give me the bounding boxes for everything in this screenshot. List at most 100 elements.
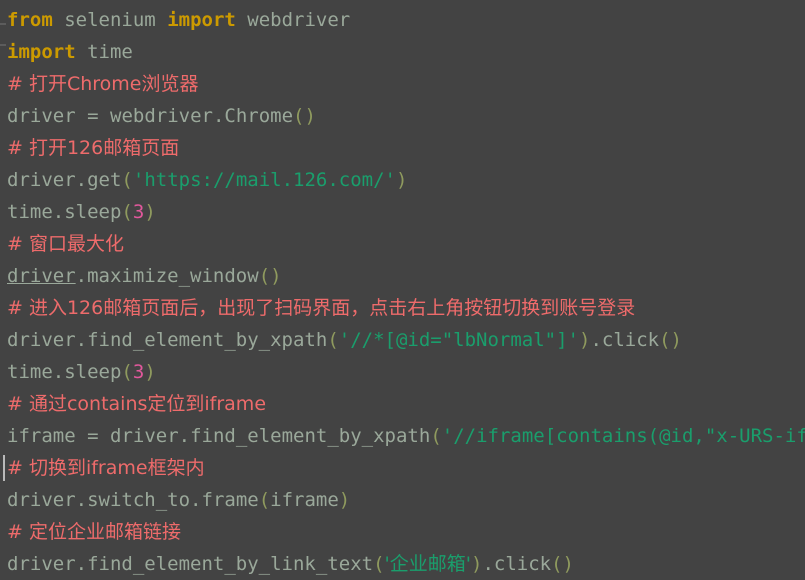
code-token: (: [430, 425, 442, 447]
code-token: # 打开Chrome浏览器: [7, 73, 199, 95]
code-token: sleep: [64, 361, 122, 383]
code-token: 'https://mail.126.com/': [132, 169, 396, 191]
code-line[interactable]: # 窗口最大化: [0, 228, 805, 260]
code-token: find_element_by_xpath: [87, 329, 328, 351]
code-token: Chrome: [224, 105, 294, 127]
code-token: .: [590, 329, 602, 351]
code-token: ): [470, 553, 483, 575]
code-token: driver: [7, 169, 76, 191]
code-token: (: [121, 361, 133, 383]
code-token: .: [75, 553, 88, 575]
code-token: (: [258, 489, 271, 511]
code-token: from: [7, 9, 53, 31]
code-token: .: [75, 169, 88, 191]
code-line[interactable]: driver.find_element_by_xpath('//*[@id="l…: [0, 324, 805, 356]
code-token: iframe: [270, 489, 339, 511]
code-token: # 打开126邮箱页面: [7, 137, 180, 159]
code-token: time: [87, 41, 133, 63]
code-token: ): [338, 489, 351, 511]
code-lines-container[interactable]: from selenium import webdriver import tim…: [0, 4, 805, 580]
code-line[interactable]: driver = webdriver.Chrome(): [0, 100, 805, 132]
code-token: driver: [7, 265, 76, 287]
code-token: 3: [132, 361, 145, 383]
code-token: frame: [201, 489, 259, 511]
code-token: driver: [7, 553, 76, 575]
code-token: click: [601, 329, 660, 351]
code-token: driver: [7, 105, 76, 127]
code-token: '//*[@id="lbNormal"]': [338, 329, 579, 351]
code-token: '//iframe[contains(@id,"x-URS-iframe")]': [441, 425, 805, 447]
code-token: webdriver: [247, 9, 351, 31]
code-token: # 通过contains定位到iframe: [7, 393, 267, 415]
code-token: selenium: [64, 9, 156, 31]
code-token: (): [258, 265, 282, 287]
code-token: '企业邮箱': [384, 553, 471, 575]
code-line[interactable]: driver.switch_to.frame(iframe): [0, 484, 805, 516]
code-token: driver: [7, 489, 76, 511]
code-line[interactable]: # 通过contains定位到iframe: [0, 388, 805, 420]
code-token: find_element_by_link_text: [87, 553, 374, 575]
code-token: .: [52, 361, 65, 383]
code-token: (): [659, 329, 682, 351]
code-token: .: [75, 329, 88, 351]
code-token: ): [144, 361, 156, 383]
code-token: .: [190, 489, 202, 511]
code-token: get: [87, 169, 122, 191]
code-token: # 定位企业邮箱链接: [7, 521, 181, 543]
code-token: =: [87, 105, 99, 127]
code-token: ): [578, 329, 591, 351]
code-token: (): [293, 105, 316, 127]
code-token: # 切换到iframe框架内: [7, 457, 205, 479]
code-token: driver: [110, 425, 179, 447]
code-line[interactable]: # 进入126邮箱页面后，出现了扫码界面，点击右上角按钮切换到账号登录: [0, 292, 805, 324]
code-editor-pane[interactable]: from selenium import webdriver import tim…: [0, 0, 805, 575]
code-token: import: [167, 9, 236, 31]
code-token: (): [551, 553, 574, 575]
code-token: # 进入126邮箱页面后，出现了扫码界面，点击右上角按钮切换到账号登录: [7, 297, 636, 319]
code-line[interactable]: # 打开Chrome浏览器: [0, 68, 805, 100]
code-line[interactable]: # 定位企业邮箱链接: [0, 516, 805, 548]
code-line[interactable]: import time: [0, 36, 805, 68]
code-token: =: [87, 425, 99, 447]
code-line[interactable]: driver.maximize_window(): [0, 260, 805, 292]
code-line[interactable]: driver.get('https://mail.126.com/'): [0, 164, 805, 196]
code-token: .: [75, 489, 88, 511]
code-token: (: [327, 329, 339, 351]
code-token: click: [493, 553, 552, 575]
code-line[interactable]: time.sleep(3): [0, 356, 805, 388]
code-token: import: [7, 41, 76, 63]
code-token: # 窗口最大化: [7, 233, 124, 255]
code-token: (: [373, 553, 385, 575]
code-token: time: [7, 361, 53, 383]
code-line[interactable]: time.sleep(3): [0, 196, 805, 228]
code-token: .: [212, 105, 225, 127]
code-token: time: [7, 201, 53, 223]
code-token: switch_to: [87, 489, 191, 511]
code-token: .: [75, 265, 88, 287]
code-line[interactable]: from selenium import webdriver: [0, 4, 805, 36]
code-token: .: [178, 425, 191, 447]
code-token: .: [482, 553, 494, 575]
code-line[interactable]: # 切换到iframe框架内: [0, 452, 805, 484]
code-token: iframe: [7, 425, 76, 447]
code-token: webdriver: [110, 105, 213, 127]
code-token: find_element_by_xpath: [190, 425, 431, 447]
code-token: sleep: [64, 201, 122, 223]
code-token: .: [52, 201, 65, 223]
code-token: ): [144, 201, 156, 223]
code-line[interactable]: # 打开126邮箱页面: [0, 132, 805, 164]
code-line[interactable]: driver.find_element_by_link_text('企业邮箱')…: [0, 548, 805, 580]
code-token: (: [121, 201, 133, 223]
code-token: (: [121, 169, 133, 191]
code-token: ): [395, 169, 408, 191]
code-token: 3: [132, 201, 145, 223]
code-line[interactable]: iframe = driver.find_element_by_xpath('/…: [0, 420, 805, 452]
